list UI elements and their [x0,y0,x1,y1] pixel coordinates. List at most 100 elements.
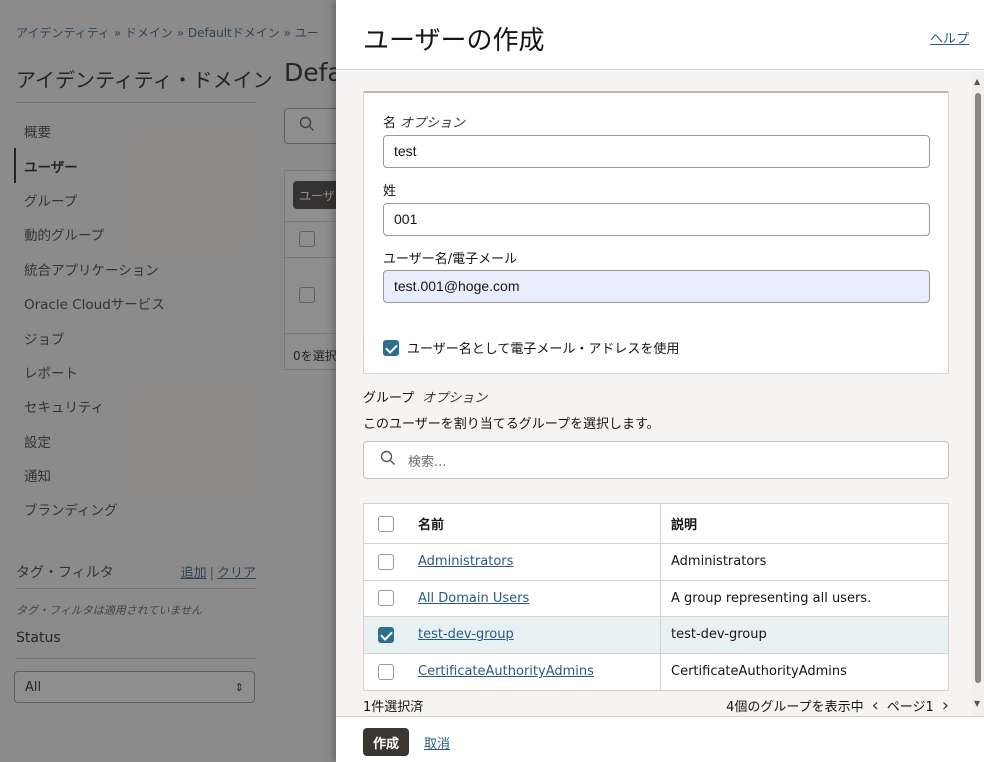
sidebar-item-security[interactable]: セキュリティ [14,389,254,423]
chevron-right-icon[interactable]: › [942,695,949,716]
domain-heading: アイデンティティ・ドメイン [16,68,273,92]
username-email-input[interactable]: test.001@hoge.com [383,270,930,303]
row-checkbox-cell [364,590,408,607]
first-name-label-text: 名 [383,116,397,131]
sidebar-item-settings[interactable]: 設定 [14,424,254,458]
row-checkbox[interactable] [378,553,394,570]
search-icon [299,116,315,136]
create-button[interactable]: 作成 [363,728,409,756]
table-footer: 1件選択済 4個のグループを表示中 ‹ ページ1 › [363,695,949,716]
row-checkbox[interactable] [378,663,394,680]
group-description-cell: Administrators [660,544,948,580]
column-header-description[interactable]: 説明 [660,504,948,543]
group-name-cell: test-dev-group [408,627,660,642]
table-row: CertificateAuthorityAdmins CertificateAu… [364,653,948,690]
help-link[interactable]: ヘルプ [930,28,969,47]
group-description-cell: test-dev-group [660,617,948,653]
page-indicator: ページ1 [886,700,934,715]
search-placeholder: 検索... [408,454,447,470]
row-checkbox[interactable] [378,590,394,607]
sidebar-item-oracle-cloud-services[interactable]: Oracle Cloudサービス [14,286,254,320]
separator: | [209,566,214,581]
divider [16,658,256,659]
use-email-checkbox-label: ユーザー名として電子メール・アドレスを使用 [407,342,680,357]
group-search-input[interactable]: 検索... [363,441,949,479]
group-link[interactable]: Administrators [418,554,513,569]
groups-table: 名前 説明 Administrators Administrators All … [363,503,949,691]
create-user-drawer: ユーザーの作成 ヘルプ 名オプション test 姓 001 ユーザー名/電子メー… [336,0,984,762]
scroll-down-icon[interactable]: ▼ [974,699,980,708]
sidebar-nav: 概要 ユーザー グループ 動的グループ 統合アプリケーション Oracle Cl… [14,114,254,527]
sidebar-item-dynamic-groups[interactable]: 動的グループ [14,217,254,251]
pagination: 4個のグループを表示中 ‹ ページ1 › [726,695,949,716]
group-name-cell: All Domain Users [408,591,660,606]
row-checkbox-cell [364,663,408,680]
divider [16,102,256,103]
group-link[interactable]: test-dev-group [418,627,514,642]
divider [16,588,256,589]
tag-clear-link[interactable]: クリア [217,566,256,581]
groups-description: このユーザーを割り当てるグループを選択します。 [363,417,660,432]
use-email-as-username-row[interactable]: ユーザー名として電子メール・アドレスを使用 [383,338,679,357]
select-all-checkbox[interactable] [378,515,394,532]
group-link[interactable]: CertificateAuthorityAdmins [418,664,594,679]
status-select-value: All [25,679,42,695]
row-checkbox-cell [364,553,408,570]
sidebar-item-reports[interactable]: レポート [14,355,254,389]
scroll-up-icon[interactable]: ▲ [974,77,980,86]
first-name-label: 名オプション [383,112,465,131]
group-name-cell: CertificateAuthorityAdmins [408,664,660,679]
group-description-cell: A group representing all users. [660,580,948,616]
last-name-label: 姓 [383,184,397,199]
select-all-checkbox[interactable] [299,231,315,247]
row-checkbox[interactable] [299,287,315,303]
first-name-input[interactable]: test [383,135,930,168]
tag-filter-links: 追加 | クリア [181,562,256,581]
drawer-header: ユーザーの作成 ヘルプ [336,0,984,70]
tag-add-link[interactable]: 追加 [181,566,207,581]
group-description-cell: CertificateAuthorityAdmins [660,653,948,690]
drawer-title: ユーザーの作成 [363,26,545,56]
user-details-card: 名オプション test 姓 001 ユーザー名/電子メール test.001@h… [363,91,949,374]
drawer-scrollbar[interactable]: ▲ ▼ [972,71,984,716]
sidebar-item-jobs[interactable]: ジョブ [14,320,254,354]
tag-filter-title: タグ・フィルタ [16,565,114,581]
sidebar-item-integrated-apps[interactable]: 統合アプリケーション [14,252,254,286]
last-name-input[interactable]: 001 [383,203,930,236]
group-link[interactable]: All Domain Users [418,591,529,606]
groups-title-text: グループ [363,391,415,406]
sidebar-item-notifications[interactable]: 通知 [14,458,254,492]
sidebar-item-overview[interactable]: 概要 [14,114,254,148]
username-email-label: ユーザー名/電子メール [383,252,518,267]
sidebar-item-groups[interactable]: グループ [14,183,254,217]
showing-count: 4個のグループを表示中 [726,700,864,715]
optional-tag: オプション [422,391,488,406]
row-checkbox-cell [364,626,408,643]
search-icon [380,450,396,470]
status-filter-label: Status [16,630,61,646]
page-title: Defa [284,58,343,87]
group-name-cell: Administrators [408,554,660,569]
selected-count: 1件選択済 [363,700,424,715]
status-select[interactable]: All ⇕ [14,671,255,703]
scrollbar-thumb[interactable] [975,93,981,683]
row-checkbox[interactable] [378,626,394,643]
optional-tag: オプション [400,116,466,131]
table-row: test-dev-group test-dev-group [364,617,948,654]
column-header-name[interactable]: 名前 [408,514,660,533]
drawer-footer: 作成 取消 [336,716,984,762]
table-header-row: 名前 説明 [364,504,948,544]
table-row: All Domain Users A group representing al… [364,580,948,617]
sidebar-item-users[interactable]: ユーザー [14,148,254,183]
tag-filter-header: タグ・フィルタ 追加 | クリア [16,562,256,582]
tag-filter-empty-text: タグ・フィルタは適用されていません [16,604,203,617]
chevron-left-icon[interactable]: ‹ [872,695,879,716]
select-arrows-icon: ⇕ [234,680,244,694]
sidebar-item-branding[interactable]: ブランディング [14,492,254,526]
cancel-link[interactable]: 取消 [424,733,450,752]
table-row: Administrators Administrators [364,544,948,581]
use-email-checkbox[interactable] [383,339,399,356]
breadcrumb[interactable]: アイデンティティ » ドメイン » Defaultドメイン » ユー [16,24,319,41]
drawer-body: 名オプション test 姓 001 ユーザー名/電子メール test.001@h… [336,71,984,716]
selected-count: 0を選択 [293,349,337,363]
